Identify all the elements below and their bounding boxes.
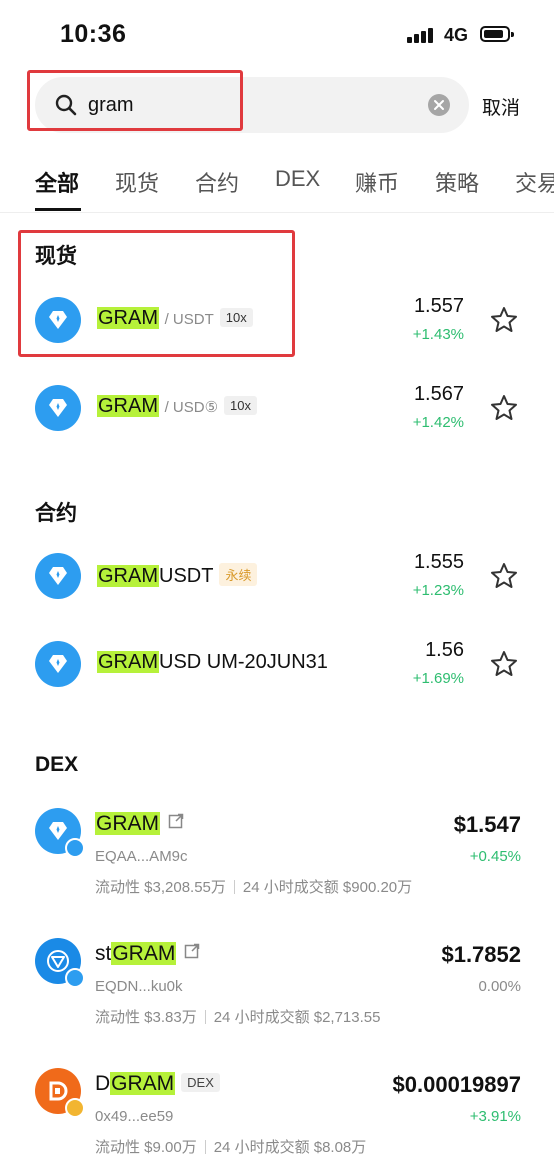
token-address: EQAA...AM9c bbox=[95, 848, 188, 865]
gram-coin-icon bbox=[35, 808, 85, 858]
search-bar[interactable] bbox=[35, 77, 469, 133]
list-item[interactable]: GRAM / USDT 10x 1.557 +1.43% bbox=[0, 290, 554, 350]
tab-spot[interactable]: 现货 bbox=[115, 166, 159, 198]
cancel-button[interactable]: 取消 bbox=[482, 93, 520, 120]
active-tab-indicator bbox=[35, 208, 81, 211]
star-icon[interactable] bbox=[489, 561, 519, 591]
tab-dex[interactable]: DEX bbox=[275, 166, 320, 192]
token-stats: 流动性 $3.83万 24 小时成交额 $2,713.55 bbox=[95, 1009, 381, 1026]
category-tabs: 全部 现货 合约 DEX 赚币 策略 交易 bbox=[0, 160, 554, 211]
tab-strategy[interactable]: 策略 bbox=[435, 166, 479, 198]
star-icon[interactable] bbox=[489, 393, 519, 423]
token-stats: 流动性 $9.00万 24 小时成交额 $8.08万 bbox=[95, 1139, 367, 1156]
status-bar: 10:36 4G bbox=[0, 0, 554, 70]
price: 1.567 bbox=[413, 383, 464, 405]
price: $1.547 bbox=[453, 812, 521, 837]
gram-coin-icon bbox=[35, 553, 81, 599]
gram-coin-icon bbox=[35, 297, 81, 343]
external-link-icon[interactable] bbox=[168, 813, 184, 829]
price-change: +0.45% bbox=[469, 848, 521, 865]
token-address: EQDN...ku0k bbox=[95, 978, 183, 995]
dex-badge: DEX bbox=[181, 1073, 220, 1092]
list-item[interactable]: GRAMUSDT 永续 1.555 +1.23% bbox=[0, 546, 554, 606]
star-icon[interactable] bbox=[489, 649, 519, 679]
pair-name: GRAMUSDT 永续 bbox=[97, 563, 258, 588]
token-stats: 流动性 $3,208.55万 24 小时成交额 $900.20万 bbox=[95, 879, 413, 896]
price: 1.555 bbox=[413, 551, 464, 573]
price-change: +1.23% bbox=[412, 582, 464, 599]
search-input[interactable] bbox=[88, 89, 408, 121]
chain-badge-icon bbox=[65, 1098, 85, 1118]
signal-icon bbox=[407, 27, 437, 43]
star-icon[interactable] bbox=[489, 305, 519, 335]
battery-icon bbox=[480, 26, 514, 42]
tab-futures[interactable]: 合约 bbox=[195, 166, 239, 198]
token-name: stGRAM bbox=[95, 942, 200, 966]
dgram-coin-icon bbox=[35, 1068, 85, 1118]
tab-trade[interactable]: 交易 bbox=[515, 166, 554, 198]
section-title-futures: 合约 bbox=[35, 502, 77, 525]
external-link-icon[interactable] bbox=[184, 943, 200, 959]
leverage-badge: 10x bbox=[224, 396, 257, 415]
token-name: DGRAM DEX bbox=[95, 1072, 220, 1096]
pair-name: GRAMUSD UM-20JUN31 bbox=[97, 651, 328, 673]
list-item[interactable]: GRAM EQAA...AM9c 流动性 $3,208.55万 24 小时成交额 … bbox=[0, 808, 554, 898]
pair-name: GRAM / USD⑤ 10x bbox=[97, 395, 257, 418]
clock: 10:36 bbox=[60, 20, 127, 48]
perpetual-badge: 永续 bbox=[219, 563, 258, 586]
price-change: +1.69% bbox=[412, 670, 464, 687]
list-item[interactable]: GRAM / USD⑤ 10x 1.567 +1.42% bbox=[0, 378, 554, 438]
list-item[interactable]: GRAMUSD UM-20JUN31 1.56 +1.69% bbox=[0, 634, 554, 694]
section-title-dex: DEX bbox=[35, 753, 79, 776]
token-name: GRAM bbox=[95, 812, 184, 836]
chain-badge-icon bbox=[65, 968, 85, 988]
section-title-spot: 现货 bbox=[35, 245, 77, 268]
network-label: 4G bbox=[444, 25, 469, 45]
price: $0.00019897 bbox=[392, 1072, 521, 1097]
token-address: 0x49...ee59 bbox=[95, 1108, 174, 1125]
pair-name: GRAM / USDT 10x bbox=[97, 307, 253, 330]
price: $1.7852 bbox=[441, 942, 521, 967]
stgram-coin-icon bbox=[35, 938, 85, 988]
price-change: +1.42% bbox=[412, 414, 464, 431]
tab-earn[interactable]: 赚币 bbox=[355, 166, 399, 198]
price-change: +1.43% bbox=[412, 326, 464, 343]
chain-badge-icon bbox=[65, 838, 85, 858]
gram-coin-icon bbox=[35, 385, 81, 431]
price: 1.56 bbox=[425, 639, 464, 661]
price-change: 0.00% bbox=[478, 978, 521, 995]
list-item[interactable]: DGRAM DEX 0x49...ee59 流动性 $9.00万 24 小时成交额 … bbox=[0, 1068, 554, 1158]
divider bbox=[0, 212, 554, 213]
list-item[interactable]: stGRAM EQDN...ku0k 流动性 $3.83万 24 小时成交额 $2… bbox=[0, 938, 554, 1028]
clear-icon[interactable] bbox=[428, 94, 450, 116]
search-icon bbox=[55, 94, 77, 116]
price: 1.557 bbox=[413, 295, 464, 317]
gram-coin-icon bbox=[35, 641, 81, 687]
leverage-badge: 10x bbox=[219, 308, 253, 327]
price-change: +3.91% bbox=[469, 1108, 521, 1125]
tab-all[interactable]: 全部 bbox=[35, 166, 79, 198]
